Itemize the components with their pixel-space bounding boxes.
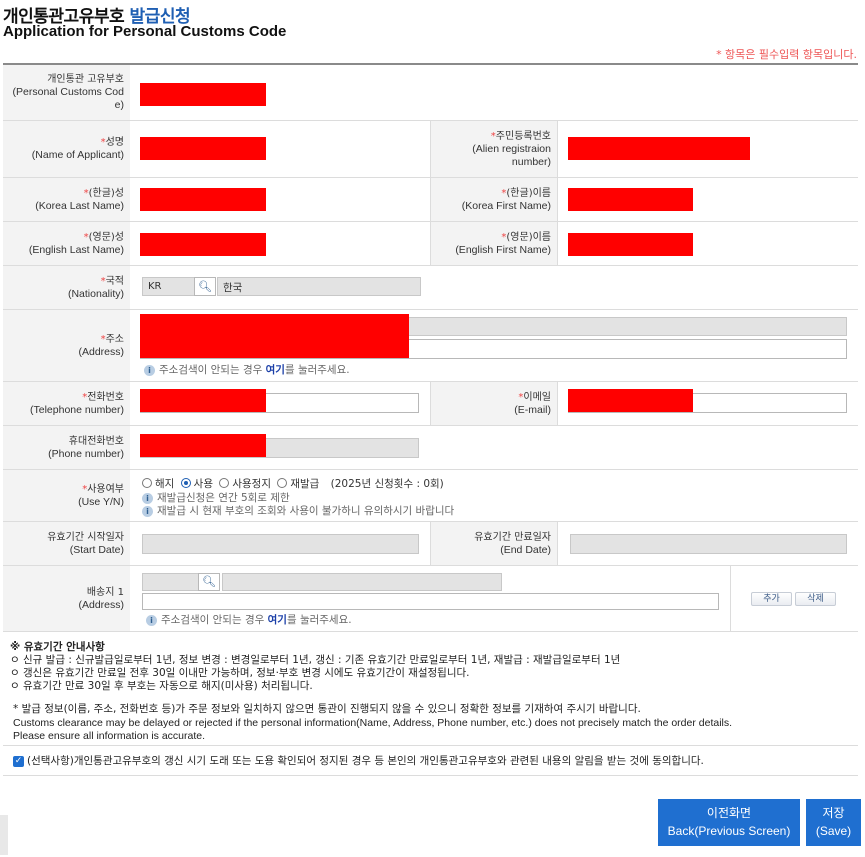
mobile-value-redacted: [140, 434, 266, 457]
label-delivery: 배송지 1 (Address): [3, 566, 130, 631]
info-icon: i: [142, 506, 153, 517]
consent-checkbox[interactable]: ✓: [13, 756, 24, 767]
address-help-link[interactable]: 여기: [266, 364, 285, 376]
end-date-field: [570, 534, 847, 554]
save-button[interactable]: 저장 (Save): [806, 799, 861, 846]
label-mobile: 휴대전화번호 (Phone number): [3, 426, 130, 469]
label-kor-first: *(한글)이름 (Korea First Name): [430, 178, 558, 221]
row-nationality: *국적 (Nationality) KR 🔍︎ 한국: [3, 266, 858, 310]
label-alien-no: *주민등록번호 (Alien registraion number): [430, 121, 558, 177]
row-english-name: *(영문)성 (English Last Name) *(영문)이름 (Engl…: [3, 222, 858, 266]
radio-icon: [142, 478, 152, 488]
label-telephone: *전화번호 (Telephone number): [3, 382, 130, 425]
checkmark-icon: ✓: [14, 756, 23, 766]
row-delivery: 배송지 1 (Address) 🔍︎ i 주소검색이 안되는 경우 여기를 눌러주…: [3, 566, 858, 632]
delivery-search-hint: i 주소검색이 안되는 경우 여기를 눌러주세요.: [146, 612, 352, 627]
divider: [3, 775, 858, 776]
search-icon: 🔍︎: [202, 575, 216, 588]
divider: [3, 745, 858, 746]
telephone-value-redacted: [140, 389, 266, 412]
delivery-detail-field[interactable]: [142, 593, 719, 610]
accuracy-warning-ko: * 발급 정보(이름, 주소, 전화번호 등)가 주문 정보와 일치하지 않으면…: [13, 703, 641, 715]
add-delivery-button[interactable]: 추가: [751, 592, 792, 606]
title-english: Application for Personal Customs Code: [3, 23, 287, 40]
eng-first-input-redacted[interactable]: [568, 233, 693, 256]
row-customs-code: 개인통관 고유부호 (Personal Customs Code): [3, 65, 858, 121]
row-dates: 유효기간 시작일자 (Start Date) 유효기간 만료일자 (End Da…: [3, 522, 858, 566]
address-value-redacted: [140, 314, 409, 358]
label-customs-code: 개인통관 고유부호 (Personal Customs Code): [3, 65, 130, 120]
label-kor-last: *(한글)성 (Korea Last Name): [3, 178, 130, 221]
consent-label: (선택사항)개인통관고유부호의 갱신 시기 도래 또는 도용 확인되어 정지된 …: [27, 755, 704, 767]
reissue-warning-hint: i 재발급 시 현재 부호의 조회와 사용이 불가하니 유의하시기 바랍니다: [142, 503, 454, 518]
back-button[interactable]: 이전화면 Back(Previous Screen): [658, 799, 800, 846]
label-start-date: 유효기간 시작일자 (Start Date): [3, 522, 130, 565]
radio-use[interactable]: 사용: [180, 478, 213, 490]
nationality-code-field[interactable]: KR: [142, 277, 195, 296]
row-telephone: *전화번호 (Telephone number) *이메일 (E-mail): [3, 382, 858, 426]
delivery-help-link[interactable]: 여기: [268, 614, 287, 626]
radio-selected-icon: [180, 478, 191, 488]
kor-last-input-redacted[interactable]: [140, 188, 266, 211]
row-address: *주소 (Address) i 주소검색이 안되는 경우 여기를 눌러주세요.: [3, 310, 858, 382]
use-yn-radio-group: 해지 사용 사용정지 재발급 (2025년 신청횟수 : 0회): [142, 476, 444, 491]
application-form: 개인통관 고유부호 (Personal Customs Code) *성명 (N…: [3, 63, 858, 632]
label-end-date: 유효기간 만료일자 (End Date): [430, 522, 558, 565]
search-icon: 🔍︎: [198, 280, 212, 293]
customs-code-value-redacted: [140, 83, 266, 106]
address-search-hint: i 주소검색이 안되는 경우 여기를 눌러주세요.: [144, 362, 350, 377]
label-eng-first: *(영문)이름 (English First Name): [430, 222, 558, 265]
accuracy-warning-en: Customs clearance may be delayed or reje…: [13, 717, 733, 729]
label-name: *성명 (Name of Applicant): [3, 121, 130, 177]
row-korean-name: *(한글)성 (Korea Last Name) *(한글)이름 (Korea …: [3, 178, 858, 222]
divider: [730, 566, 731, 631]
eng-last-input-redacted[interactable]: [140, 233, 266, 256]
validity-notice-line: ㅇ 신규 발급 : 신규발급일로부터 1년, 정보 변경 : 변경일로부터 1년…: [10, 654, 621, 666]
radio-icon: [219, 478, 230, 488]
nationality-search-button[interactable]: 🔍︎: [194, 277, 216, 296]
radio-cancel[interactable]: 해지: [142, 478, 174, 490]
delivery-search-button[interactable]: 🔍︎: [198, 573, 220, 591]
row-use-yn: *사용여부 (Use Y/N) 해지 사용 사용정지 재발급 (2025년 신청…: [3, 470, 858, 522]
radio-reissue[interactable]: 재발급: [277, 478, 319, 490]
validity-notice-line: ㅇ 유효기간 만료 30일 후 부호는 자동으로 해지(미사용) 처리됩니다.: [10, 680, 313, 692]
label-use-yn: *사용여부 (Use Y/N): [3, 470, 130, 521]
radio-icon: [277, 478, 288, 488]
alien-no-input-redacted[interactable]: [568, 137, 750, 160]
label-nationality: *국적 (Nationality): [3, 266, 130, 309]
delete-delivery-button[interactable]: 삭제: [795, 592, 836, 606]
reissue-count: (2025년 신청횟수 : 0회): [330, 478, 444, 490]
name-input-redacted[interactable]: [140, 137, 266, 160]
left-edge-bar: [0, 815, 8, 855]
delivery-zip-field[interactable]: [142, 573, 199, 591]
label-email: *이메일 (E-mail): [430, 382, 558, 425]
accuracy-warning-en: Please ensure all information is accurat…: [13, 730, 206, 742]
info-icon: i: [144, 365, 155, 376]
label-address: *주소 (Address): [3, 310, 130, 381]
validity-notice-line: ㅇ 갱신은 유효기간 만료일 전후 30일 이내만 가능하며, 정보·부호 변경…: [10, 667, 470, 679]
start-date-field: [142, 534, 419, 554]
validity-notice-heading: ※ 유효기간 안내사항: [10, 641, 105, 653]
info-icon: i: [146, 615, 157, 626]
row-name: *성명 (Name of Applicant) *주민등록번호 (Alien r…: [3, 121, 858, 178]
email-value-redacted: [568, 389, 693, 412]
delivery-address-field: [222, 573, 502, 591]
label-eng-last: *(영문)성 (English Last Name): [3, 222, 130, 265]
nationality-name-field: 한국: [217, 277, 421, 296]
kor-first-input-redacted[interactable]: [568, 188, 693, 211]
row-mobile: 휴대전화번호 (Phone number): [3, 426, 858, 470]
required-note: * 항목은 필수입력 항목입니다.: [716, 48, 857, 61]
radio-suspend[interactable]: 사용정지: [219, 478, 271, 490]
